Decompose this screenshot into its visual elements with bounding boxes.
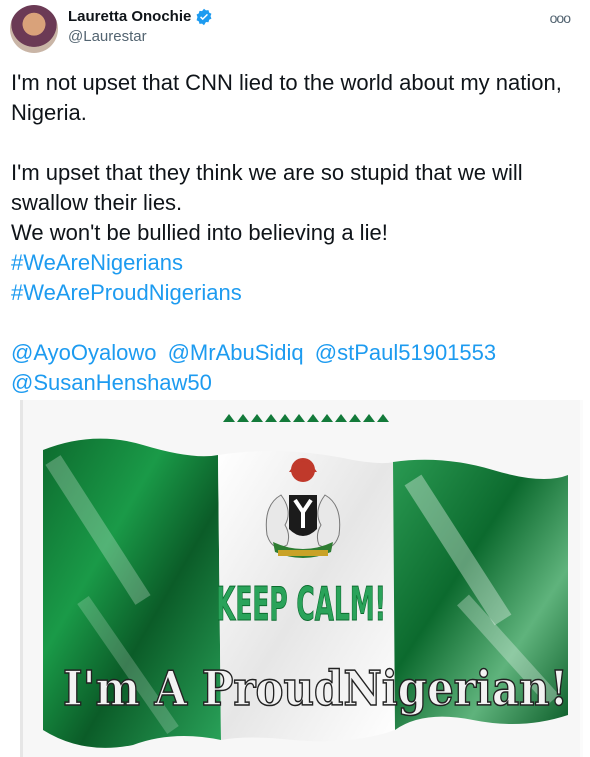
mention-link[interactable]: @AyoOyalowo [11,340,156,365]
author-handle[interactable]: @Laurestar [68,27,213,47]
tweet-text: I'm not upset that CNN lied to the world… [11,68,571,398]
hashtag-link[interactable]: #WeAreNigerians [11,248,571,278]
mention-link[interactable]: @stPaul51901553 [315,340,496,365]
mention-link[interactable]: @SusanHenshaw50 [11,370,212,395]
author-name-row: Lauretta Onochie [68,7,213,27]
keep-calm-text: KEEP CALM! [216,577,386,631]
tweet-card: Lauretta Onochie @Laurestar ooo I'm not … [0,0,590,757]
avatar[interactable] [10,5,58,53]
hashtag-link[interactable]: #WeAreProudNigerians [11,278,571,308]
tweet-line: I'm upset that they think we are so stup… [11,160,523,215]
tweet-line: We won't be bullied into believing a lie… [11,220,388,245]
verified-badge-icon [195,8,213,26]
author-block: Lauretta Onochie @Laurestar [68,7,213,47]
more-options-icon[interactable]: ooo [550,10,571,26]
tweet-line: I'm not upset that CNN lied to the world… [11,70,562,125]
mention-link[interactable]: @MrAbuSidiq [168,340,304,365]
proud-nigerian-text: I'm A ProudNigerian! [63,661,568,717]
author-name[interactable]: Lauretta Onochie [68,7,191,27]
tweet-image[interactable]: KEEP CALM! I'm A ProudNigerian! [20,400,583,757]
flag-illustration: KEEP CALM! I'm A ProudNigerian! [23,400,580,757]
